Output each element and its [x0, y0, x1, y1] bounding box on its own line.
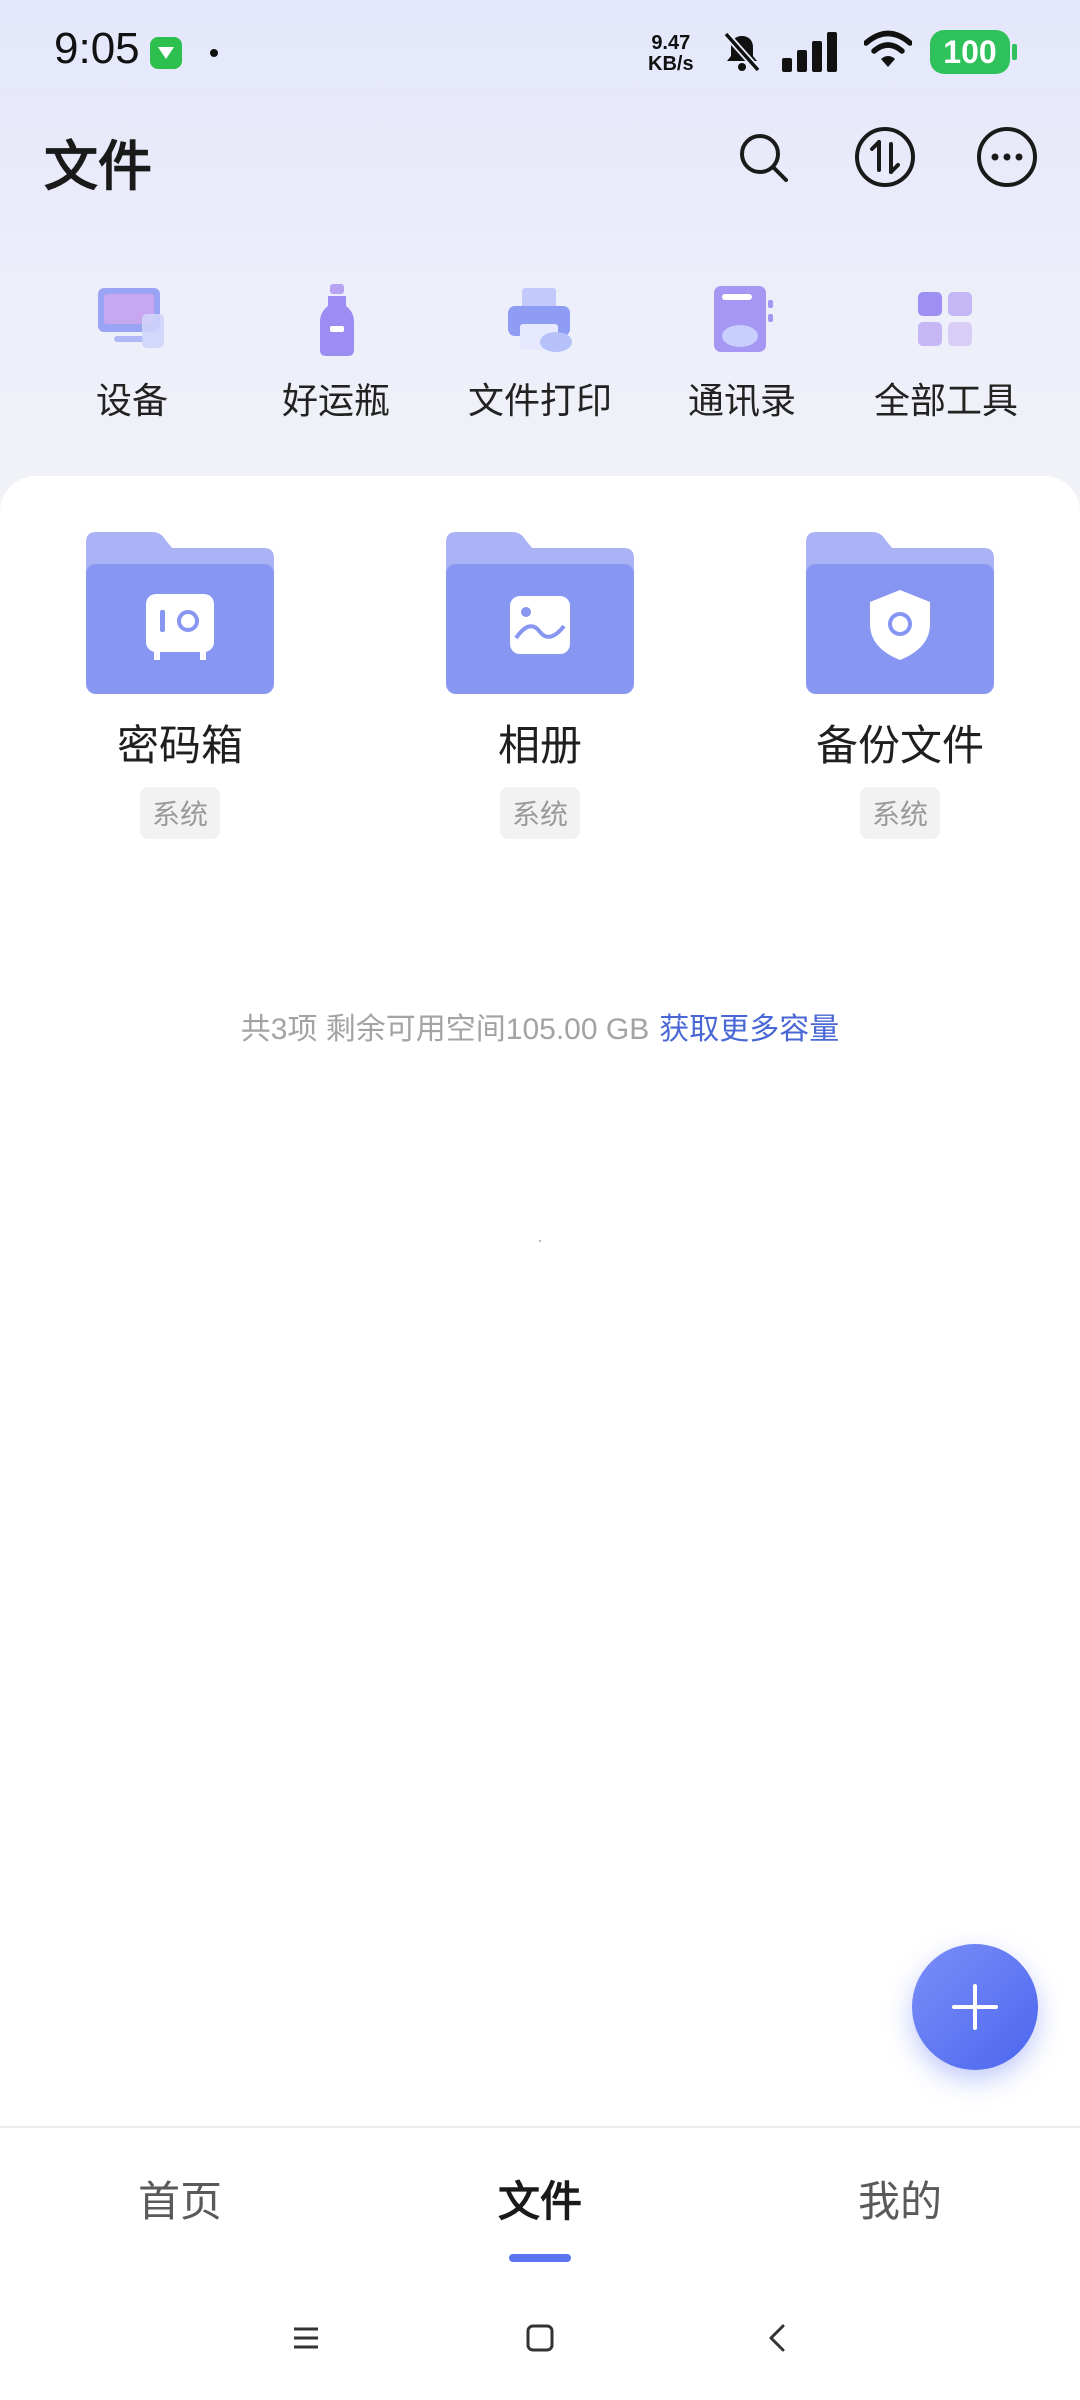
folder-tag: 系统 — [499, 787, 580, 839]
back-icon[interactable] — [758, 2318, 798, 2358]
get-more-storage-link[interactable]: 获取更多容量 — [659, 1013, 839, 1046]
tool-label: 设备 — [95, 380, 168, 421]
bell-muted-icon — [723, 31, 761, 73]
page-title: 文件 — [44, 137, 152, 197]
tab-files[interactable]: 文件 — [440, 2168, 640, 2229]
active-tab-indicator — [509, 2254, 571, 2262]
contacts-icon — [714, 286, 773, 352]
battery-icon: 100 — [930, 30, 1017, 74]
search-icon[interactable] — [730, 124, 796, 190]
tool-print[interactable]: 文件打印 — [450, 280, 630, 424]
tab-home[interactable]: 首页 — [80, 2168, 280, 2229]
tools-row: 设备 好运瓶 文件打印 通讯录 全部工具 — [0, 280, 1080, 430]
menu-icon[interactable] — [286, 2318, 326, 2358]
folder-name: 相册 — [497, 722, 582, 769]
net-speed: 9.47 KB/s — [648, 33, 694, 75]
tool-all[interactable]: 全部工具 — [856, 280, 1036, 424]
all-tools-icon — [918, 292, 972, 346]
folder-backup[interactable]: 备份文件 系统 — [770, 528, 1030, 839]
folder-tag: 系统 — [859, 787, 940, 839]
backup-folder-icon — [806, 532, 994, 694]
status-time: 9:05 — [54, 24, 140, 73]
bottle-icon — [320, 284, 354, 356]
storage-summary: 共3项 剩余可用空间105.00 GB 获取更多容量 — [0, 1004, 1080, 1048]
device-icon — [98, 288, 164, 348]
system-nav-bar — [0, 2276, 1080, 2400]
storage-summary-text: 共3项 剩余可用空间105.00 GB — [240, 1013, 650, 1046]
folder-tag: 系统 — [139, 787, 220, 839]
tool-device[interactable]: 设备 — [42, 280, 222, 424]
status-bar: 9:05 9.47 KB/s 100 — [0, 0, 1080, 104]
album-folder-icon — [446, 532, 634, 694]
printer-icon — [508, 288, 572, 352]
notification-dot-icon — [210, 49, 218, 57]
wifi-icon — [864, 30, 912, 67]
folder-name: 备份文件 — [815, 722, 984, 769]
add-button[interactable] — [912, 1944, 1038, 2070]
divider-dot — [539, 1240, 541, 1242]
tool-label: 文件打印 — [467, 380, 612, 421]
signal-icon — [782, 32, 837, 72]
home-icon[interactable] — [520, 2318, 560, 2358]
transfer-icon[interactable] — [852, 124, 918, 190]
folder-album[interactable]: 相册 系统 — [410, 528, 670, 839]
net-speed-value: 9.47 — [651, 32, 691, 54]
files-card: 密码箱 系统 相册 系统 备份文件 系统 共3项 剩余可用空间105.00 GB… — [0, 476, 1080, 2126]
more-icon[interactable] — [974, 124, 1040, 190]
tool-label: 全部工具 — [873, 380, 1018, 421]
tool-label: 好运瓶 — [281, 380, 390, 421]
tool-label: 通讯录 — [687, 380, 796, 421]
app-notification-icon — [150, 37, 182, 69]
tab-mine[interactable]: 我的 — [800, 2168, 1000, 2229]
folder-name: 密码箱 — [116, 722, 243, 769]
safe-folder-icon — [86, 532, 274, 694]
tool-contacts[interactable]: 通讯录 — [652, 280, 832, 424]
tool-bottle[interactable]: 好运瓶 — [246, 280, 426, 424]
net-speed-unit: KB/s — [648, 53, 694, 75]
bottom-nav: 首页 文件 我的 — [0, 2126, 1080, 2278]
folder-safe[interactable]: 密码箱 系统 — [50, 528, 310, 839]
